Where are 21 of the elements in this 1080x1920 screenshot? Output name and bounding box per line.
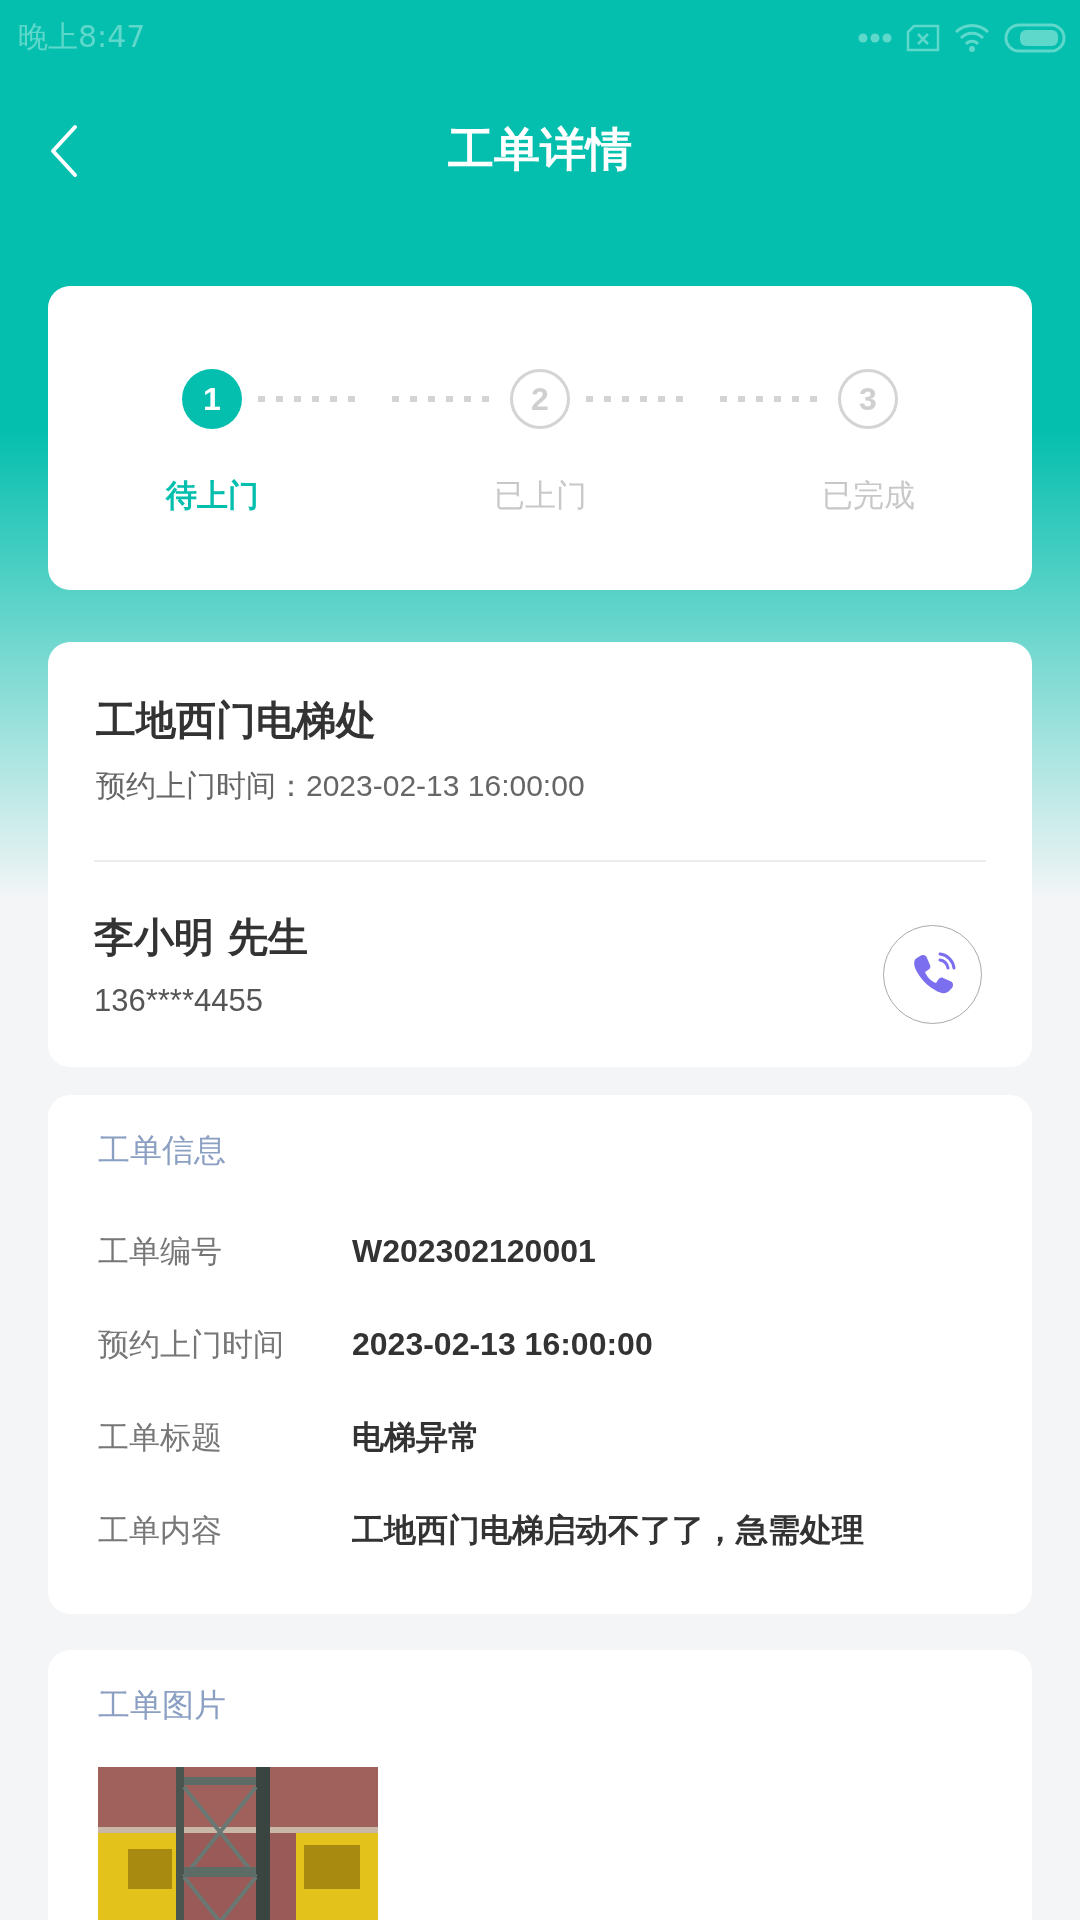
status-time: 晚上8:47 xyxy=(18,18,146,56)
field-value: 电梯异常 xyxy=(352,1417,480,1457)
field-value: 2023-02-13 16:00:00 xyxy=(352,1326,653,1363)
page-title: 工单详情 xyxy=(448,121,632,178)
step-label: 待上门 xyxy=(165,476,259,515)
field-label: 工单标题 xyxy=(98,1417,223,1457)
sim-card-icon xyxy=(906,23,940,52)
section-heading: 工单图片 xyxy=(98,1685,227,1726)
section-heading: 工单信息 xyxy=(98,1130,227,1171)
field-value: 工地西门电梯启动不了了，急需处理 xyxy=(352,1510,864,1550)
field-label: 预约上门时间 xyxy=(98,1324,285,1364)
field-label: 工单内容 xyxy=(98,1510,223,1550)
phone-number: 136****4455 xyxy=(94,982,264,1019)
step-number: 1 xyxy=(182,369,242,429)
battery-icon xyxy=(1004,22,1066,53)
wifi-icon xyxy=(954,21,990,54)
appointment-time: 预约上门时间：2023-02-13 16:00:00 xyxy=(96,768,586,804)
location-title: 工地西门电梯处 xyxy=(96,696,377,745)
contact-name: 李小明 先生 xyxy=(94,912,308,962)
field-value: W202302120001 xyxy=(352,1233,596,1270)
field-label: 工单编号 xyxy=(98,1231,223,1271)
